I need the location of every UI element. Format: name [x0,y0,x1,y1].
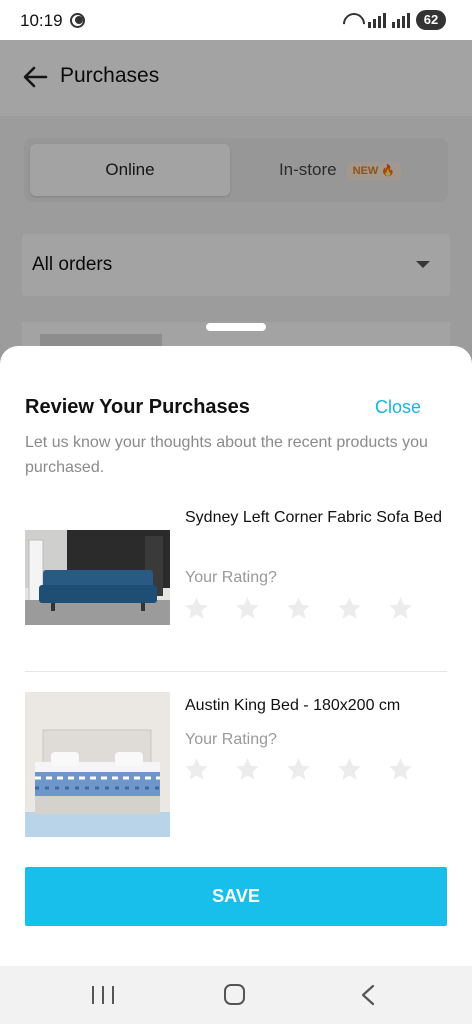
product-review-item: Sydney Left Corner Fabric Sofa Bed Your … [25,500,447,660]
back-icon[interactable] [360,984,376,1006]
divider [25,671,447,672]
rating-stars [183,756,414,783]
sheet-drag-handle[interactable] [206,323,266,331]
rating-label: Your Rating? [185,569,277,586]
system-nav-bar [0,966,472,1024]
rating-stars [183,595,414,622]
star-outline-icon[interactable] [183,756,210,783]
sheet-title: Review Your Purchases [25,396,250,418]
do-not-disturb-icon [70,13,85,28]
rating-label: Your Rating? [185,731,277,748]
star-outline-icon[interactable] [336,595,363,622]
status-icons: 62 [342,10,446,30]
product-name: Sydney Left Corner Fabric Sofa Bed [185,509,443,526]
star-outline-icon[interactable] [183,595,210,622]
star-outline-icon[interactable] [234,756,261,783]
wifi-icon [342,12,362,28]
product-name: Austin King Bed - 180x200 cm [185,697,401,714]
star-outline-icon[interactable] [387,595,414,622]
sofa-bed-image [25,530,170,625]
status-bar: 10:19 62 [0,0,472,40]
king-bed-image [25,692,170,837]
recents-icon[interactable] [92,986,114,1004]
close-button[interactable]: Close [375,397,421,418]
home-icon[interactable] [224,984,245,1005]
save-button[interactable]: SAVE [25,867,447,926]
battery-icon: 62 [416,10,446,30]
product-review-item: Austin King Bed - 180x200 cm Your Rating… [25,692,447,837]
signal-icon-2 [392,12,410,28]
star-outline-icon[interactable] [234,595,261,622]
star-outline-icon[interactable] [387,756,414,783]
star-outline-icon[interactable] [336,756,363,783]
review-bottom-sheet: Review Your Purchases Close Let us know … [0,346,472,966]
star-outline-icon[interactable] [285,756,312,783]
status-time: 10:19 [20,11,63,30]
star-outline-icon[interactable] [285,595,312,622]
signal-icon [368,12,386,28]
sheet-subtitle: Let us know your thoughts about the rece… [25,434,428,476]
